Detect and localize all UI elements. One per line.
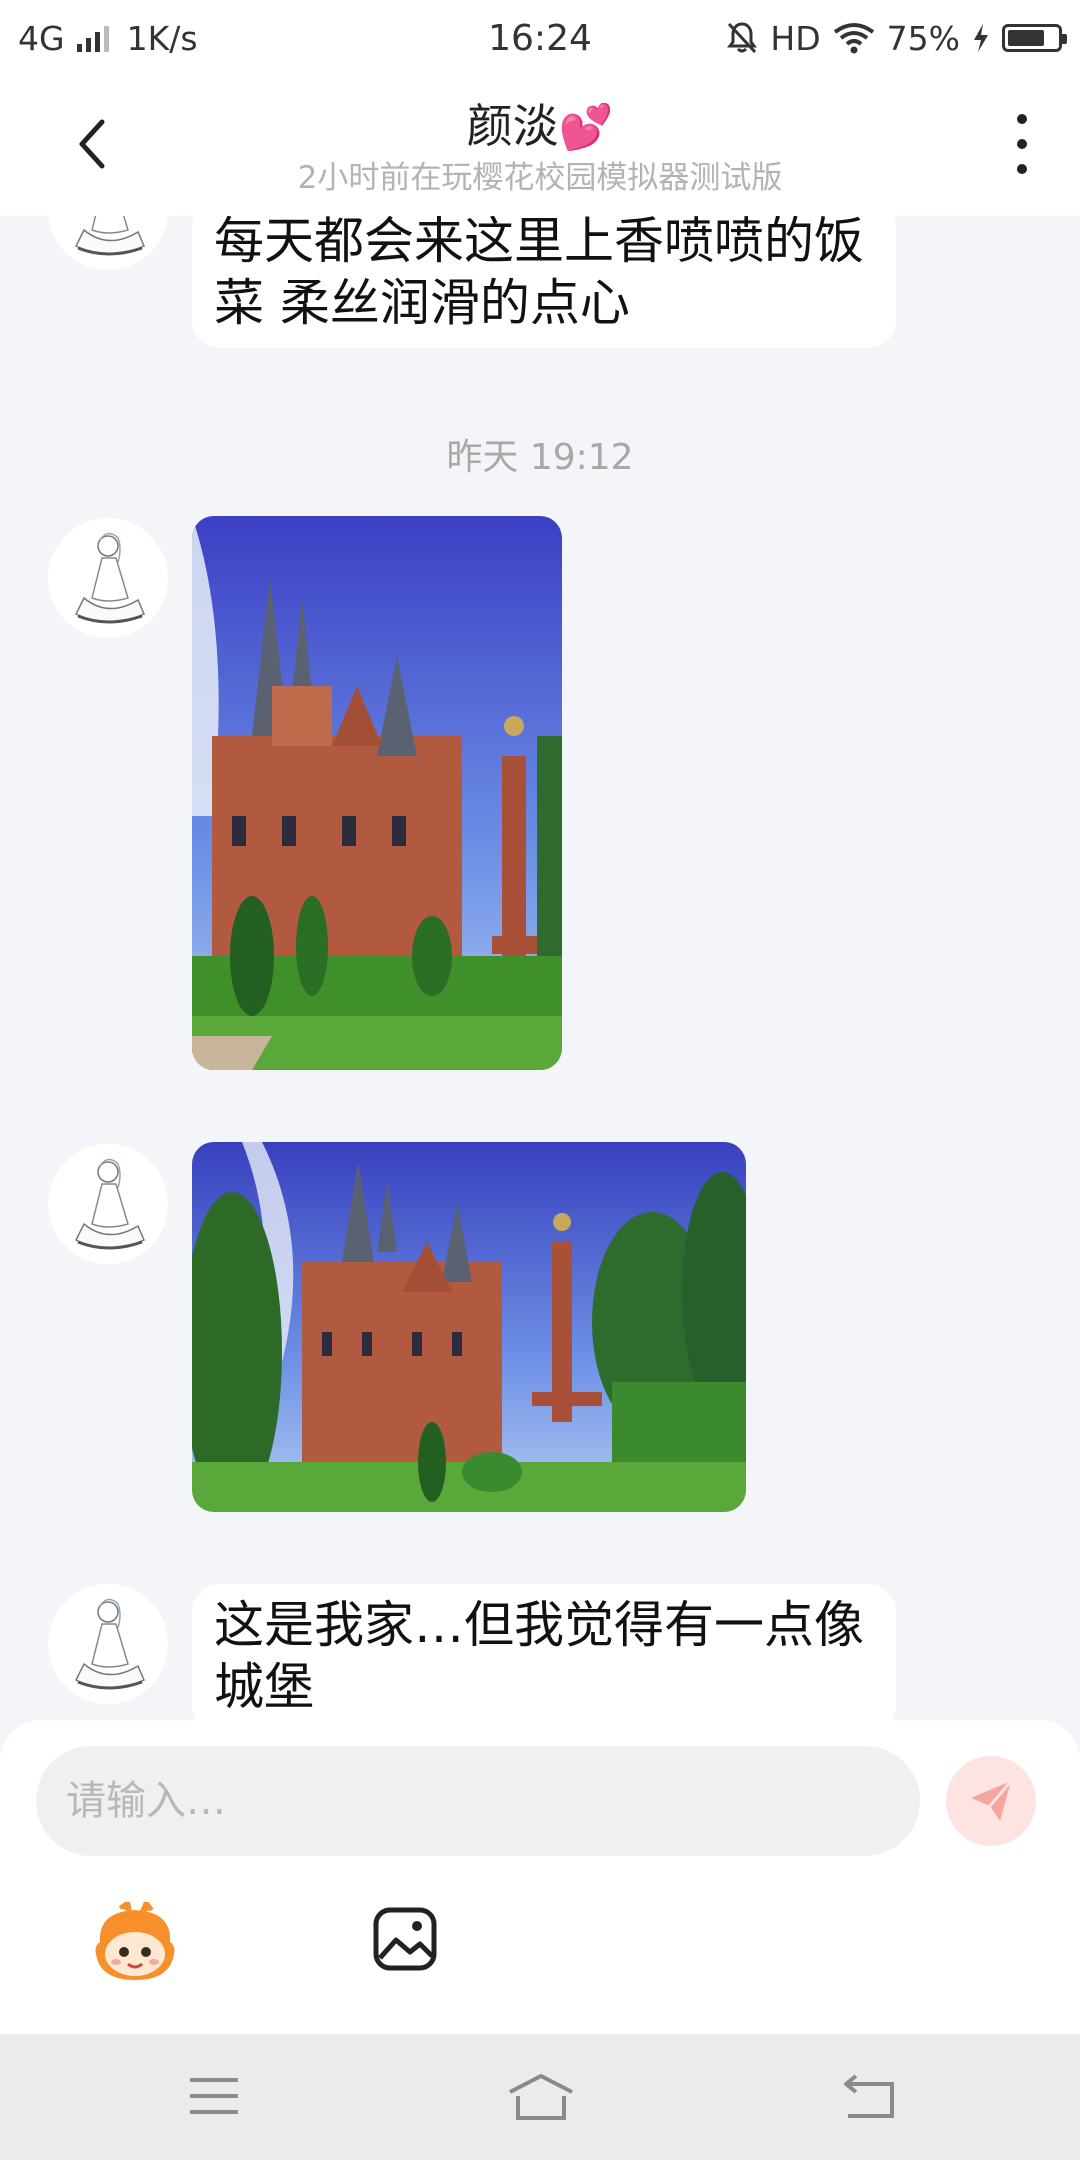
menu-icon	[190, 2078, 238, 2114]
wifi-icon	[833, 23, 874, 54]
chat-title: 颜淡💕	[0, 90, 1080, 156]
mascot-sticker-icon	[95, 1897, 175, 1980]
network-type: 4G	[18, 18, 65, 58]
avatar[interactable]	[48, 1144, 168, 1264]
contact-name: 颜淡	[466, 99, 559, 153]
send-plane-icon	[971, 1780, 1013, 1821]
signal-icon	[76, 24, 109, 52]
send-button[interactable]	[946, 1756, 1036, 1846]
message-timestamp: 昨天 19:12	[446, 437, 634, 478]
message-input[interactable]	[66, 1778, 890, 1824]
status-bar: 4G 1K/s 16:24 HD 75%	[0, 0, 1080, 76]
castle-photo-portrait-image	[192, 516, 562, 1070]
charging-icon	[974, 24, 988, 52]
avatar-illustration	[74, 532, 145, 624]
status-right: HD 75%	[682, 18, 1067, 58]
mute-bell-icon	[727, 22, 758, 54]
message-bubble[interactable]: 每天都会来这里上香喷喷的饭菜 柔丝润滑的点心	[192, 216, 896, 348]
castle-photo-portrait[interactable]	[192, 516, 562, 1070]
menu-nav-button[interactable]	[186, 2072, 246, 2122]
battery-percent: 75%	[886, 18, 960, 58]
battery-icon	[1002, 24, 1067, 52]
contact-status: 2小时前在玩樱花校园模拟器测试版	[297, 160, 783, 196]
heart-emoji: 💕	[558, 102, 614, 153]
message-text: 这是我家…但我觉得有一点像城堡	[214, 1596, 864, 1716]
home-icon	[509, 2074, 573, 2120]
home-nav-button[interactable]	[506, 2072, 576, 2122]
castle-photo-landscape[interactable]	[192, 1142, 746, 1512]
castle-photo-landscape-image	[192, 1142, 746, 1512]
avatar[interactable]	[48, 518, 168, 638]
chat-area[interactable]: 每天都会来这里上香喷喷的饭菜 柔丝润滑的点心 昨天 19:12 这是我家…但我觉…	[0, 216, 1080, 1720]
image-picker-button[interactable]	[372, 1906, 438, 1972]
status-time: 16:24	[488, 17, 592, 59]
avatar[interactable]	[48, 1584, 168, 1704]
system-nav-bar	[0, 2034, 1080, 2160]
message-input-container[interactable]	[36, 1746, 920, 1856]
message-bubble[interactable]: 这是我家…但我觉得有一点像城堡	[192, 1584, 896, 1720]
avatar-illustration	[74, 1158, 145, 1250]
image-picker-icon	[373, 1907, 437, 1971]
avatar-illustration	[74, 216, 145, 256]
avatar[interactable]	[48, 216, 168, 270]
back-nav-button[interactable]	[842, 2072, 902, 2122]
status-left: 4G 1K/s	[18, 19, 398, 58]
back-icon	[844, 2074, 894, 2118]
chat-header: 颜淡💕 2小时前在玩樱花校园模拟器测试版	[0, 76, 1080, 216]
avatar-illustration	[74, 1598, 145, 1690]
more-options-button[interactable]	[1012, 114, 1032, 174]
input-area	[0, 1720, 1080, 2034]
more-vertical-icon	[1017, 114, 1027, 124]
hd-label: HD	[770, 18, 821, 58]
message-text: 每天都会来这里上香喷喷的饭菜 柔丝润滑的点心	[214, 216, 864, 332]
network-speed: 1K/s	[126, 18, 198, 58]
sticker-button[interactable]	[90, 1897, 180, 1982]
